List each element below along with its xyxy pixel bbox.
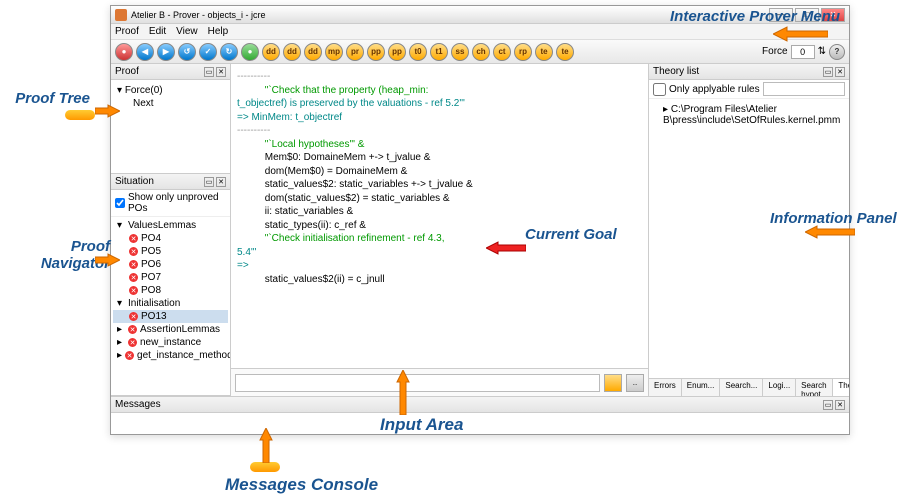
toolbar-button-17[interactable]: ch <box>472 43 490 61</box>
toolbar-button-10[interactable]: mp <box>325 43 343 61</box>
proof-panel-title: Proof <box>115 66 139 77</box>
info-tabs: ErrorsEnum...Search...Logi...Search hypo… <box>649 378 849 396</box>
left-column: Proof▭✕ ▾ Force(0) Next Situation▭✕ Show… <box>111 64 231 396</box>
run-button[interactable] <box>604 374 622 392</box>
undock-icon[interactable]: ▭ <box>823 400 833 410</box>
unproved-filter-checkbox[interactable] <box>115 198 125 208</box>
unproved-filter-label: Show only unproved POs <box>128 192 226 214</box>
info-tab[interactable]: Search hypot... <box>796 379 833 396</box>
toolbar-button-6[interactable]: ● <box>241 43 259 61</box>
messages-panel: Messages ▭✕ <box>111 396 849 434</box>
toolbar: ●◀▶↺✓↻●ddddddmpprppppt0t1sschctrptete Fo… <box>111 40 849 64</box>
toolbar-button-7[interactable]: dd <box>262 43 280 61</box>
situation-panel-title: Situation <box>115 176 154 187</box>
menu-view[interactable]: View <box>176 26 198 37</box>
aux-button[interactable]: .. <box>626 374 644 392</box>
toolbar-button-19[interactable]: rp <box>514 43 532 61</box>
tree-node[interactable]: ▸✕AssertionLemmas <box>113 323 228 336</box>
close-panel-icon[interactable]: ✕ <box>216 177 226 187</box>
tree-node[interactable]: ▾ValuesLemmas <box>113 219 228 232</box>
close-panel-icon[interactable]: ✕ <box>835 400 845 410</box>
window-title: Atelier B - Prover - objects_i - jcre <box>131 10 765 20</box>
info-tab[interactable]: Enum... <box>682 379 721 396</box>
toolbar-button-21[interactable]: te <box>556 43 574 61</box>
minimize-button[interactable]: — <box>769 8 793 22</box>
tree-node[interactable]: ✕PO8 <box>113 284 228 297</box>
app-window: Atelier B - Prover - objects_i - jcre — … <box>110 5 850 435</box>
toolbar-button-4[interactable]: ✓ <box>199 43 217 61</box>
force-control: Force ⇅ ? <box>762 44 845 60</box>
messages-panel-title: Messages <box>115 399 161 410</box>
messages-body[interactable] <box>111 413 849 434</box>
help-button[interactable]: ? <box>829 44 845 60</box>
menubar: Proof Edit View Help <box>111 24 849 40</box>
toolbar-button-13[interactable]: pp <box>388 43 406 61</box>
undock-icon[interactable]: ▭ <box>823 67 833 77</box>
annot-proof-tree: Proof Tree <box>10 90 90 107</box>
applyable-rules-checkbox[interactable] <box>653 83 666 96</box>
menu-help[interactable]: Help <box>208 26 229 37</box>
theory-panel-title: Theory list <box>653 66 699 77</box>
maximize-button[interactable]: □ <box>795 8 819 22</box>
toolbar-button-16[interactable]: ss <box>451 43 469 61</box>
toolbar-button-8[interactable]: dd <box>283 43 301 61</box>
force-input[interactable] <box>791 45 815 59</box>
toolbar-button-1[interactable]: ◀ <box>136 43 154 61</box>
toolbar-button-11[interactable]: pr <box>346 43 364 61</box>
tree-node[interactable]: ✕PO5 <box>113 245 228 258</box>
info-tab[interactable]: Theo... <box>833 379 849 396</box>
applyable-rules-label: Only applyable rules <box>669 84 760 95</box>
rule-item: ▸ C:\Program Files\Atelier B\press\inclu… <box>653 103 845 127</box>
force-spinner-icon[interactable]: ⇅ <box>818 46 826 57</box>
current-goal-view[interactable]: ---------- "`Check that the property (he… <box>231 64 648 368</box>
rule-list[interactable]: ▸ C:\Program Files\Atelier B\press\inclu… <box>649 99 849 378</box>
annot-proof-nav: Proof Navigator <box>0 238 110 272</box>
undock-icon[interactable]: ▭ <box>204 67 214 77</box>
rule-filter-input[interactable] <box>763 82 845 96</box>
close-button[interactable]: ✕ <box>821 8 845 22</box>
tree-node[interactable]: ▸✕get_instance_method <box>113 349 228 362</box>
info-tab[interactable]: Search... <box>720 379 763 396</box>
center-column: ---------- "`Check that the property (he… <box>231 64 649 396</box>
theory-panel: Theory list ▭✕ Only applyable rules ▸ C:\… <box>649 64 849 396</box>
titlebar: Atelier B - Prover - objects_i - jcre — … <box>111 6 849 24</box>
toolbar-button-2[interactable]: ▶ <box>157 43 175 61</box>
toolbar-button-9[interactable]: dd <box>304 43 322 61</box>
toolbar-button-0[interactable]: ● <box>115 43 133 61</box>
tree-node[interactable]: ✕PO7 <box>113 271 228 284</box>
close-panel-icon[interactable]: ✕ <box>835 67 845 77</box>
tree-node[interactable]: ▾Initialisation <box>113 297 228 310</box>
menu-proof[interactable]: Proof <box>115 26 139 37</box>
situation-panel: Situation ▭✕ Show only unproved POs ▾Valu… <box>111 174 230 396</box>
info-tab[interactable]: Logi... <box>763 379 796 396</box>
command-input[interactable] <box>235 374 600 392</box>
tree-node[interactable]: ✕PO6 <box>113 258 228 271</box>
app-logo-icon <box>115 9 127 21</box>
undock-icon[interactable]: ▭ <box>204 177 214 187</box>
tree-node[interactable]: ✕PO13 <box>113 310 228 323</box>
toolbar-button-14[interactable]: t0 <box>409 43 427 61</box>
proof-navigator-tree[interactable]: ▾ValuesLemmas✕PO4✕PO5✕PO6✕PO7✕PO8▾Initia… <box>111 217 230 395</box>
tree-node[interactable]: ✕PO4 <box>113 232 228 245</box>
toolbar-button-12[interactable]: pp <box>367 43 385 61</box>
menu-edit[interactable]: Edit <box>149 26 166 37</box>
info-tab[interactable]: Errors <box>649 379 682 396</box>
toolbar-button-20[interactable]: te <box>535 43 553 61</box>
proof-tree[interactable]: ▾ Force(0) Next <box>111 80 230 173</box>
close-panel-icon[interactable]: ✕ <box>216 67 226 77</box>
input-area: .. <box>231 368 648 396</box>
toolbar-button-15[interactable]: t1 <box>430 43 448 61</box>
proof-panel: Proof ▭✕ ▾ Force(0) Next <box>111 64 230 174</box>
force-label: Force <box>762 46 788 57</box>
tree-node[interactable]: ▸✕new_instance <box>113 336 228 349</box>
toolbar-button-5[interactable]: ↻ <box>220 43 238 61</box>
toolbar-button-18[interactable]: ct <box>493 43 511 61</box>
toolbar-button-3[interactable]: ↺ <box>178 43 196 61</box>
annot-messages: Messages Console <box>225 475 378 495</box>
